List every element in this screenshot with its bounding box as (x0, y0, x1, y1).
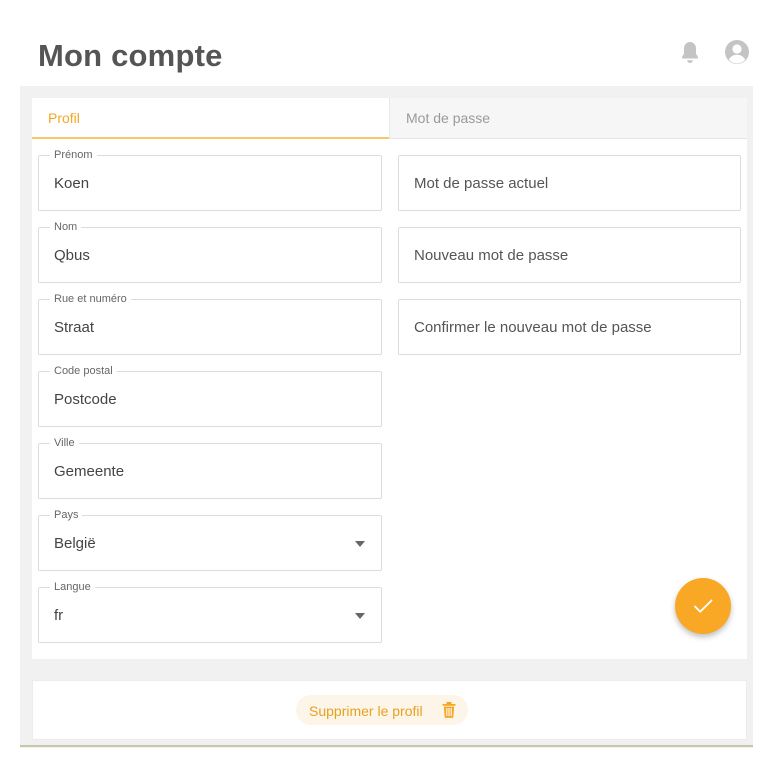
user-circle-icon[interactable] (724, 39, 750, 65)
street-value: Straat (54, 319, 95, 336)
account-card: Profil Mot de passe Prénom Koen Nom Qbus… (32, 98, 747, 659)
city-field[interactable]: Ville Gemeente (38, 437, 382, 499)
delete-profile-label: Supprimer le profil (309, 703, 423, 719)
danger-zone: Supprimer le profil (32, 680, 747, 740)
postal-code-field[interactable]: Code postal Postcode (38, 365, 382, 427)
language-label: Langue (50, 581, 95, 594)
new-password-placeholder: Nouveau mot de passe (414, 247, 569, 264)
page-header: Mon compte (20, 20, 753, 86)
footer-divider (20, 745, 753, 747)
city-value: Gemeente (54, 463, 125, 480)
last-name-label: Nom (50, 221, 82, 234)
tab-bar: Profil Mot de passe (32, 98, 747, 139)
chevron-down-icon[interactable] (355, 541, 365, 547)
new-password-input[interactable]: Nouveau mot de passe (398, 227, 741, 283)
confirm-password-input[interactable]: Confirmer le nouveau mot de passe (398, 299, 741, 355)
first-name-label: Prénom (50, 149, 97, 162)
tab-profil[interactable]: Profil (32, 98, 389, 139)
country-value: België (54, 535, 96, 552)
save-button[interactable] (675, 578, 731, 634)
street-field[interactable]: Rue et numéro Straat (38, 293, 382, 355)
first-name-field[interactable]: Prénom Koen (38, 149, 382, 211)
page-title: Mon compte (38, 38, 223, 73)
bell-icon[interactable] (679, 40, 701, 64)
last-name-field[interactable]: Nom Qbus (38, 221, 382, 283)
current-password-input[interactable]: Mot de passe actuel (398, 155, 741, 211)
check-icon (694, 599, 713, 613)
chevron-down-icon[interactable] (355, 613, 365, 619)
tab-password[interactable]: Mot de passe (389, 98, 747, 139)
delete-profile-button[interactable]: Supprimer le profil (296, 695, 468, 725)
postal-code-label: Code postal (50, 365, 117, 378)
app-window: Mon compte Profil Mot de passe Prénom Ko… (20, 20, 753, 748)
language-select[interactable]: Langue fr (38, 581, 382, 643)
country-label: Pays (50, 509, 83, 522)
first-name-value: Koen (54, 175, 90, 192)
last-name-value: Qbus (54, 247, 90, 264)
current-password-placeholder: Mot de passe actuel (414, 175, 549, 192)
trash-icon (442, 702, 456, 718)
city-label: Ville (50, 437, 79, 450)
street-label: Rue et numéro (50, 293, 131, 306)
postal-code-value: Postcode (54, 391, 117, 408)
country-select[interactable]: Pays België (38, 509, 382, 571)
confirm-password-placeholder: Confirmer le nouveau mot de passe (414, 319, 652, 336)
language-value: fr (54, 607, 64, 624)
